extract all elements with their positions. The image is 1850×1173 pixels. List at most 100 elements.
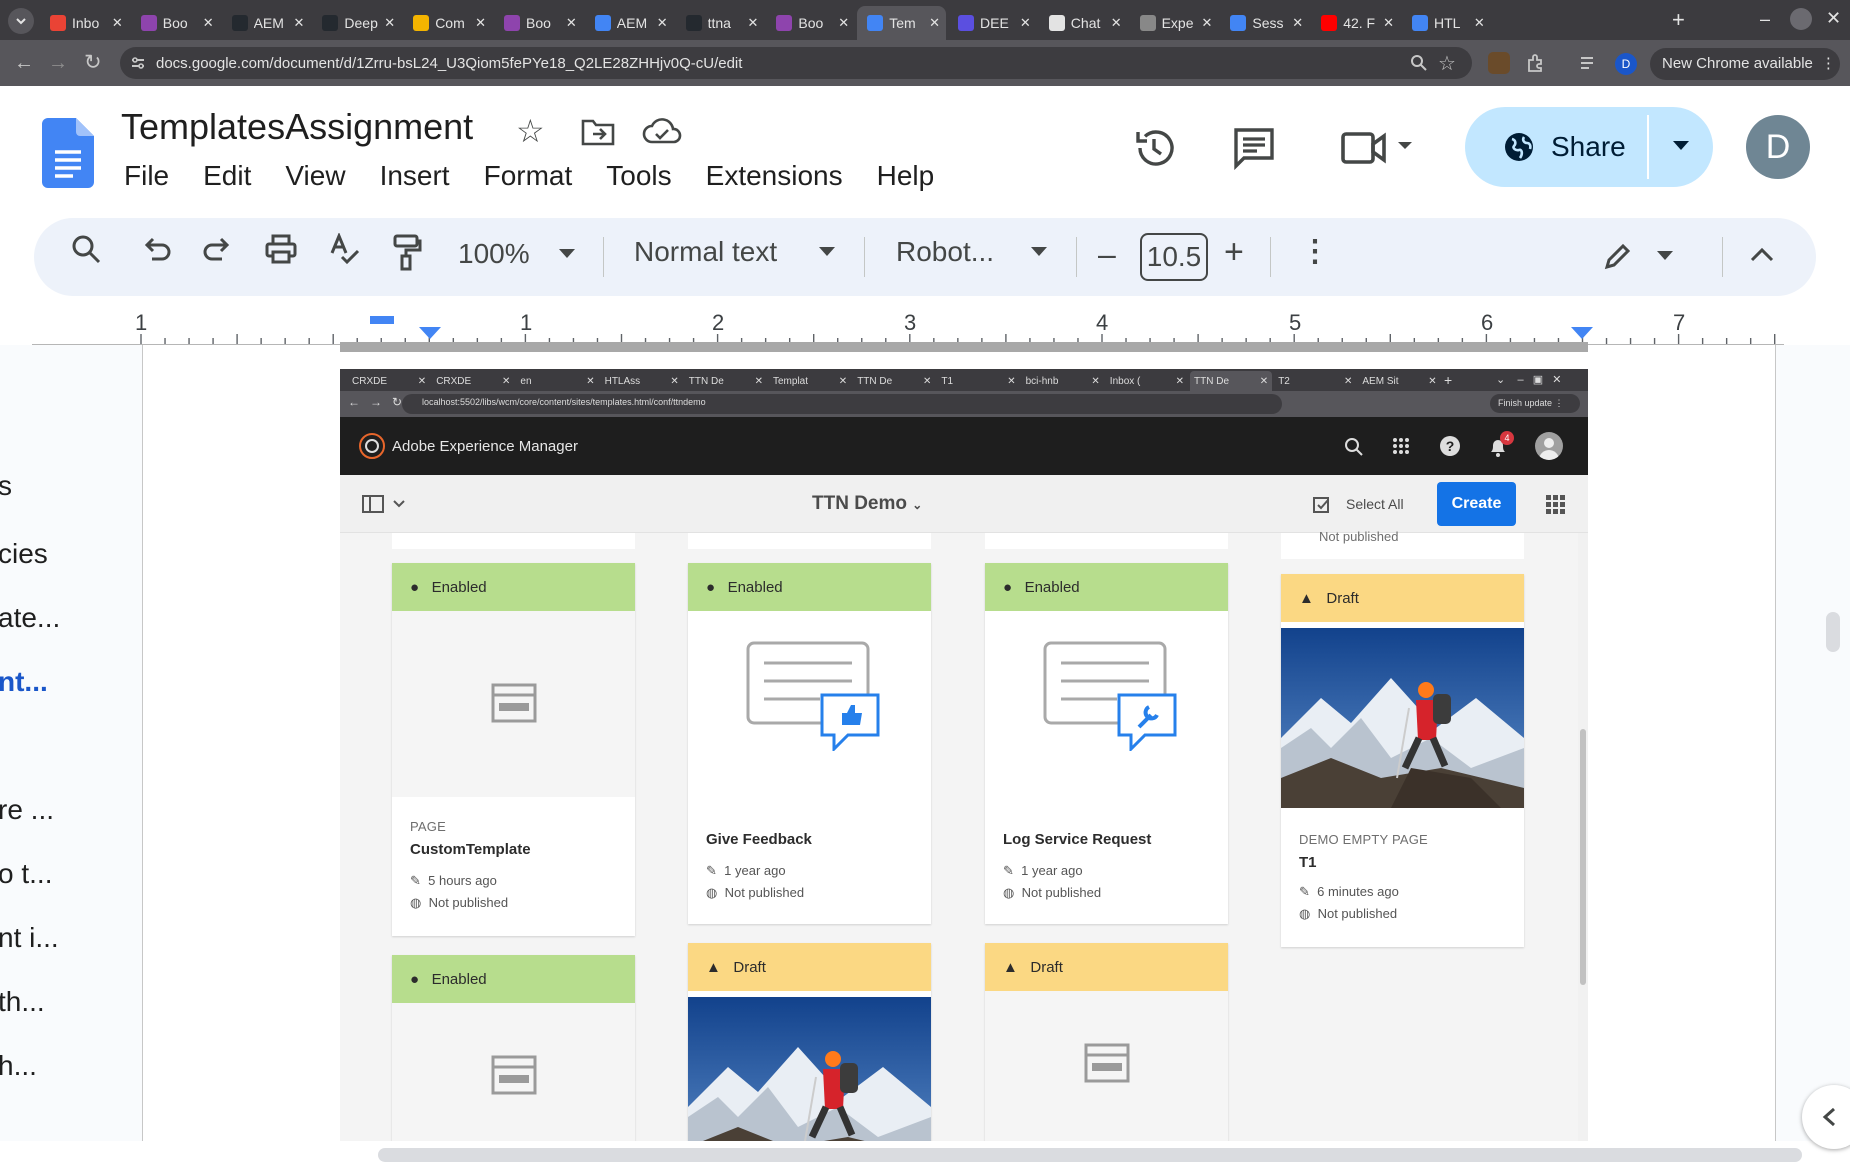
- spell-check-icon[interactable]: [328, 233, 362, 265]
- outline-entry[interactable]: ate...: [0, 602, 60, 634]
- browser-tab[interactable]: Chat ✕: [1039, 6, 1128, 40]
- menu-format[interactable]: Format: [484, 160, 573, 191]
- document-title[interactable]: TemplatesAssignment: [121, 106, 473, 148]
- minimize-button[interactable]: –: [1760, 9, 1770, 30]
- outline-entry[interactable]: th...: [0, 986, 45, 1018]
- omnibox[interactable]: docs.google.com/document/d/1Zrru-bsL24_U…: [120, 47, 1472, 79]
- browser-tab[interactable]: Boo ✕: [494, 6, 583, 40]
- browser-tab[interactable]: AEM ✕: [222, 6, 311, 40]
- browser-tab[interactable]: Expe ✕: [1130, 6, 1219, 40]
- browser-tab[interactable]: AEM ✕: [585, 6, 674, 40]
- outline-entry[interactable]: nt...: [0, 666, 48, 698]
- tab-close-icon[interactable]: ✕: [1383, 15, 1394, 31]
- menu-file[interactable]: File: [124, 160, 169, 191]
- editing-mode-select[interactable]: [1602, 240, 1674, 272]
- version-history-icon[interactable]: [1132, 126, 1176, 170]
- new-tab-button[interactable]: +: [1672, 7, 1685, 33]
- font-select[interactable]: Robot...: [896, 236, 1048, 268]
- site-info-icon[interactable]: [130, 55, 146, 71]
- outline-entry[interactable]: h...: [0, 1050, 37, 1082]
- tab-close-icon[interactable]: ✕: [1201, 15, 1212, 31]
- search-menus-icon[interactable]: [70, 233, 102, 265]
- account-avatar[interactable]: D: [1746, 115, 1810, 179]
- font-size-input[interactable]: 10.5: [1140, 233, 1208, 281]
- browser-tab[interactable]: Tem ✕: [857, 6, 946, 40]
- outline-entry[interactable]: nt i...: [0, 922, 59, 954]
- tab-close-icon[interactable]: ✕: [1292, 15, 1303, 31]
- share-dropdown-button[interactable]: [1671, 139, 1691, 153]
- print-icon[interactable]: [264, 233, 298, 265]
- puzzle-extensions-icon[interactable]: [1525, 52, 1547, 74]
- menu-tools[interactable]: Tools: [606, 160, 671, 191]
- menu-extensions[interactable]: Extensions: [706, 160, 843, 191]
- browser-tab[interactable]: Boo ✕: [766, 6, 855, 40]
- profile-avatar[interactable]: D: [1615, 53, 1637, 75]
- browser-tab[interactable]: Sess ✕: [1220, 6, 1309, 40]
- reading-list-icon[interactable]: [1578, 52, 1600, 74]
- horizontal-scrollbar-thumb[interactable]: [378, 1148, 1802, 1162]
- back-arrow-icon[interactable]: ←: [14, 52, 34, 75]
- page-scrollbar-thumb[interactable]: [1826, 612, 1840, 652]
- browser-tab[interactable]: 42. F ✕: [1311, 6, 1400, 40]
- bookmark-star-icon[interactable]: ☆: [1438, 51, 1456, 76]
- browser-tab[interactable]: Deep ✕: [312, 6, 401, 40]
- tab-close-icon[interactable]: ✕: [1020, 15, 1031, 31]
- browser-tab[interactable]: HTL ✕: [1402, 6, 1491, 40]
- tab-close-icon[interactable]: ✕: [566, 15, 577, 31]
- tab-close-icon[interactable]: ✕: [1474, 15, 1485, 31]
- move-folder-icon[interactable]: [580, 116, 616, 148]
- outline-entry[interactable]: re ...: [0, 794, 54, 826]
- undo-icon[interactable]: [140, 233, 172, 265]
- star-icon[interactable]: ☆: [516, 112, 545, 150]
- tab-close-icon[interactable]: ✕: [384, 15, 395, 31]
- extension-icon[interactable]: [1488, 52, 1510, 74]
- tab-search-button[interactable]: [8, 8, 34, 34]
- zoom-select[interactable]: 100%: [458, 238, 576, 270]
- hide-menus-chevron-up-icon[interactable]: [1750, 246, 1774, 262]
- browser-tab[interactable]: ttna ✕: [676, 6, 765, 40]
- menu-insert[interactable]: Insert: [380, 160, 450, 191]
- reload-icon[interactable]: ↻: [84, 50, 102, 75]
- browser-tab[interactable]: Boo ✕: [131, 6, 220, 40]
- forward-arrow-icon[interactable]: →: [48, 52, 68, 75]
- tab-close-icon[interactable]: ✕: [112, 15, 123, 31]
- more-options-icon[interactable]: ⋮: [1300, 234, 1330, 269]
- tab-close-icon[interactable]: ✕: [475, 15, 486, 31]
- first-line-indent-marker[interactable]: [370, 316, 394, 324]
- menu-view[interactable]: View: [285, 160, 345, 191]
- zoom-icon[interactable]: [1410, 54, 1428, 72]
- browser-tab[interactable]: Com ✕: [403, 6, 492, 40]
- tab-close-icon[interactable]: ✕: [929, 15, 940, 31]
- redo-icon[interactable]: [202, 233, 234, 265]
- menu-edit[interactable]: Edit: [203, 160, 251, 191]
- left-indent-marker[interactable]: [418, 326, 442, 340]
- browser-tab[interactable]: Inbo ✕: [40, 6, 129, 40]
- chrome-update-button[interactable]: New Chrome available ⋮: [1650, 48, 1840, 80]
- tab-close-icon[interactable]: ✕: [203, 15, 214, 31]
- inner-tab-label: T2: [1278, 375, 1290, 387]
- menu-help[interactable]: Help: [877, 160, 935, 191]
- google-docs-logo[interactable]: [42, 118, 94, 188]
- decrease-font-size-button[interactable]: –: [1098, 236, 1116, 273]
- paint-format-icon[interactable]: [392, 233, 422, 271]
- outline-entry[interactable]: cies: [0, 538, 48, 570]
- tab-close-icon[interactable]: ✕: [1111, 15, 1122, 31]
- browser-tab[interactable]: DEE ✕: [948, 6, 1037, 40]
- increase-font-size-button[interactable]: +: [1224, 233, 1244, 272]
- tab-close-icon[interactable]: ✕: [838, 15, 849, 31]
- outline-entry[interactable]: s: [0, 470, 12, 502]
- tab-close-icon[interactable]: ✕: [657, 15, 668, 31]
- meet-camera-icon[interactable]: [1340, 128, 1414, 168]
- tab-close-icon[interactable]: ✕: [747, 15, 758, 31]
- comments-icon[interactable]: [1232, 126, 1276, 170]
- outline-entry[interactable]: o t...: [0, 858, 52, 890]
- url-text[interactable]: docs.google.com/document/d/1Zrru-bsL24_U…: [156, 55, 742, 72]
- close-window-button[interactable]: ✕: [1826, 8, 1841, 29]
- right-indent-marker[interactable]: [1570, 326, 1594, 340]
- cloud-saved-icon[interactable]: [642, 114, 682, 146]
- share-button[interactable]: Share: [1465, 107, 1647, 187]
- restore-button[interactable]: [1790, 8, 1812, 30]
- tab-close-icon[interactable]: ✕: [293, 15, 304, 31]
- style-select[interactable]: Normal text: [634, 236, 836, 268]
- embedded-screenshot[interactable]: + ⌄ – ▣ ✕ ← → ↻ localhost:5502/libs/wcm/…: [340, 369, 1588, 1141]
